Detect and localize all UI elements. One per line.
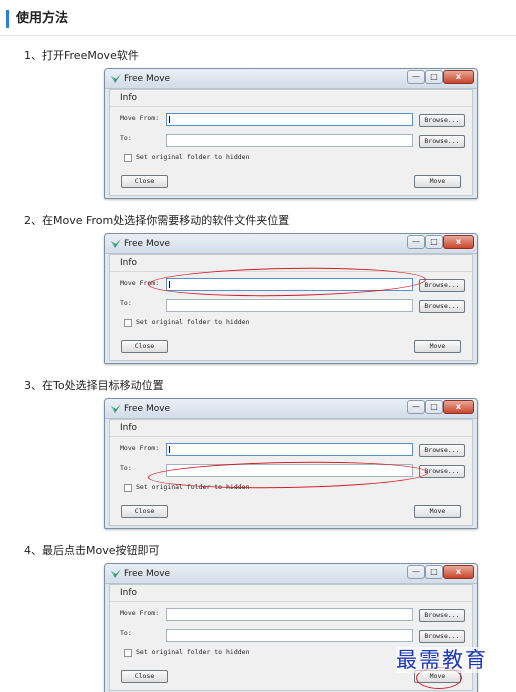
menu-info[interactable]: Info [120, 422, 137, 434]
section-accent-bar [6, 10, 9, 28]
freemove-window-1: Free Move — □ x Info Move From: Browse..… [104, 68, 478, 199]
text-caret [169, 446, 170, 453]
to-input[interactable] [166, 629, 413, 642]
window-close-button[interactable]: x [443, 565, 474, 579]
watermark-text: 最需教育 [396, 647, 488, 673]
maximize-button[interactable]: □ [425, 70, 443, 84]
freemove-app-icon [111, 74, 121, 83]
freemove-app-icon [111, 404, 121, 413]
close-button[interactable]: Close [121, 340, 168, 353]
hidden-checkbox[interactable] [124, 484, 132, 492]
window-title: Free Move [124, 569, 171, 579]
window-titlebar: Free Move — □ x [105, 69, 477, 89]
move-from-browse-button[interactable]: Browse... [419, 609, 465, 622]
window-title: Free Move [124, 74, 171, 84]
hidden-checkbox[interactable] [124, 649, 132, 657]
to-browse-button[interactable]: Browse... [419, 630, 465, 643]
freemove-window-2: Free Move — □ x Info Move From: Browse..… [104, 233, 478, 364]
maximize-button[interactable]: □ [425, 400, 443, 414]
move-button[interactable]: Move [414, 175, 461, 188]
window-title: Free Move [124, 239, 171, 249]
window-close-button[interactable]: x [443, 400, 474, 414]
window-title: Free Move [124, 404, 171, 414]
to-input[interactable] [166, 134, 413, 147]
move-from-label: Move From: [120, 444, 160, 452]
minimize-button[interactable]: — [407, 235, 425, 249]
close-button[interactable]: Close [121, 670, 168, 683]
text-caret [169, 116, 170, 123]
move-from-browse-button[interactable]: Browse... [419, 279, 465, 292]
menu-info[interactable]: Info [120, 587, 137, 599]
minimize-button[interactable]: — [407, 70, 425, 84]
to-label: To: [120, 464, 132, 472]
menu-divider [110, 436, 472, 437]
hidden-checkbox[interactable] [124, 319, 132, 327]
window-close-button[interactable]: x [443, 70, 474, 84]
menu-info[interactable]: Info [120, 92, 137, 104]
move-button[interactable]: Move [414, 505, 461, 518]
window-titlebar: Free Move — □ x [105, 399, 477, 419]
move-from-label: Move From: [120, 609, 160, 617]
menu-info[interactable]: Info [120, 257, 137, 269]
maximize-button[interactable]: □ [425, 565, 443, 579]
hidden-checkbox[interactable] [124, 154, 132, 162]
move-button[interactable]: Move [414, 340, 461, 353]
hidden-checkbox-label: Set original folder to hidden [136, 318, 250, 326]
to-label: To: [120, 299, 132, 307]
section-header: 使用方法 [0, 0, 516, 36]
freemove-app-icon [111, 569, 121, 578]
step-2-text: 2、在Move From处选择你需要移动的软件文件夹位置 [24, 214, 290, 227]
step-1-text: 1、打开FreeMove软件 [24, 49, 139, 62]
close-button[interactable]: Close [121, 505, 168, 518]
move-from-browse-button[interactable]: Browse... [419, 114, 465, 127]
window-titlebar: Free Move — □ x [105, 234, 477, 254]
move-from-browse-button[interactable]: Browse... [419, 444, 465, 457]
move-from-input[interactable] [166, 608, 413, 621]
to-label: To: [120, 134, 132, 142]
section-title: 使用方法 [16, 11, 69, 26]
freemove-app-icon [111, 239, 121, 248]
window-close-button[interactable]: x [443, 235, 474, 249]
move-from-input[interactable] [166, 443, 413, 456]
hidden-checkbox-label: Set original folder to hidden [136, 153, 250, 161]
to-label: To: [120, 629, 132, 637]
move-from-label: Move From: [120, 114, 160, 122]
minimize-button[interactable]: — [407, 565, 425, 579]
to-browse-button[interactable]: Browse... [419, 135, 465, 148]
to-browse-button[interactable]: Browse... [419, 300, 465, 313]
window-client-area: Info Move From: Browse... To: Browse... … [109, 89, 473, 196]
menu-divider [110, 601, 472, 602]
window-titlebar: Free Move — □ x [105, 564, 477, 584]
to-input[interactable] [166, 299, 413, 312]
close-button[interactable]: Close [121, 175, 168, 188]
step-3-text: 3、在To处选择目标移动位置 [24, 379, 164, 392]
hidden-checkbox-label: Set original folder to hidden [136, 648, 250, 656]
step-4-text: 4、最后点击Move按钮即可 [24, 544, 160, 557]
menu-divider [110, 106, 472, 107]
minimize-button[interactable]: — [407, 400, 425, 414]
maximize-button[interactable]: □ [425, 235, 443, 249]
move-from-input[interactable] [166, 113, 413, 126]
